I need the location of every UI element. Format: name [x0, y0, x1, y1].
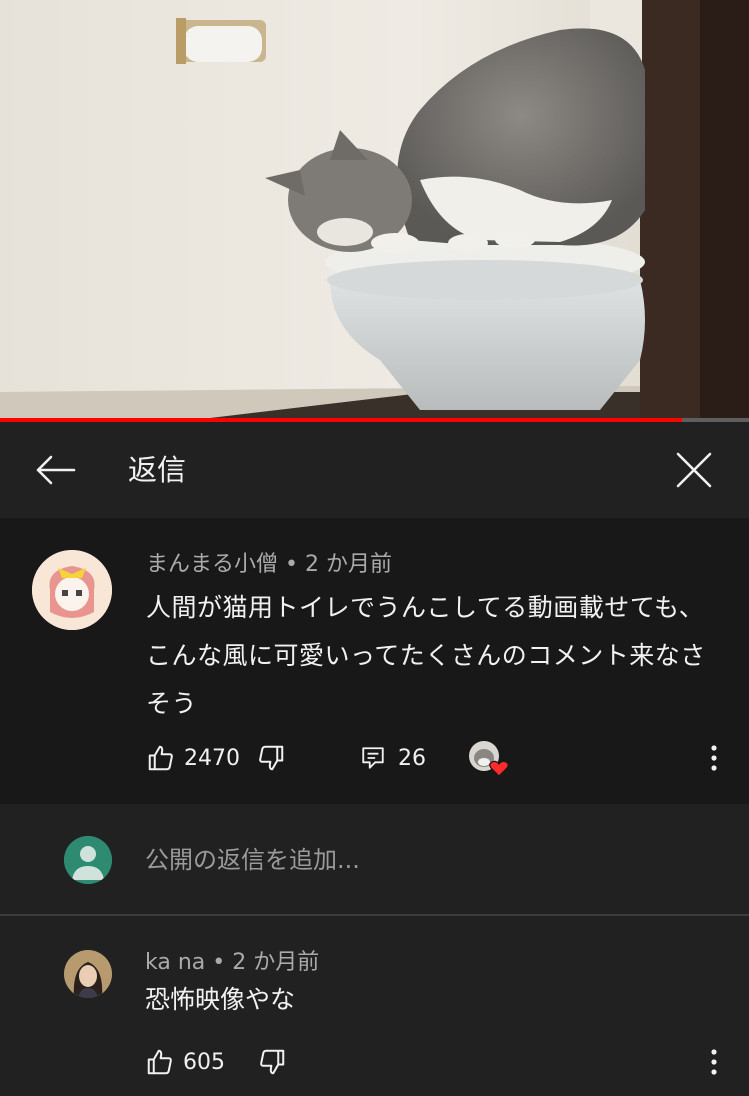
thumbs-up-icon — [148, 745, 173, 771]
page-title: 返信 — [128, 453, 187, 487]
avatar-image — [32, 550, 112, 630]
comment-icon — [362, 747, 384, 769]
replies-button[interactable]: 26 — [360, 736, 426, 780]
comment-time: 2 か月前 — [305, 552, 392, 577]
thumbs-down-icon — [260, 1049, 285, 1075]
comment-meta: まんまる小僧 • 2 か月前 — [146, 550, 392, 580]
reply-text: 恐怖映像やな — [145, 985, 296, 1014]
more-vert-icon — [711, 1049, 717, 1075]
back-button[interactable] — [30, 448, 82, 492]
add-reply-row — [0, 804, 749, 916]
user-avatar — [64, 836, 112, 884]
dislike-button[interactable] — [256, 736, 286, 780]
like-count: 605 — [183, 1049, 225, 1075]
comment-actions: 2470 26 — [146, 736, 736, 780]
avatar[interactable] — [64, 950, 112, 998]
reply-actions: 605 — [145, 1040, 735, 1084]
dislike-button[interactable] — [257, 1040, 287, 1084]
more-options-button[interactable] — [702, 738, 726, 778]
thumbs-down-icon — [259, 745, 284, 771]
comment-text: 人間が猫用トイレでうんこしてる動画載せても、こんな風に可愛いってたくさんのコメン… — [146, 593, 706, 718]
meta-separator: • — [285, 552, 298, 577]
like-count: 2470 — [184, 745, 240, 771]
more-vert-icon — [711, 745, 717, 771]
close-icon — [676, 452, 712, 488]
reply-count: 26 — [398, 745, 426, 771]
person-icon — [64, 836, 112, 884]
thumbs-up-icon — [147, 1049, 172, 1075]
replies-header: 返信 — [0, 422, 749, 518]
close-button[interactable] — [670, 446, 718, 494]
video-player[interactable] — [0, 0, 749, 418]
like-button[interactable]: 2470 — [146, 736, 240, 780]
avatar[interactable] — [32, 550, 112, 630]
creator-heart-badge — [468, 740, 509, 777]
more-options-button[interactable] — [702, 1042, 726, 1082]
reply-input[interactable] — [145, 840, 705, 880]
meta-separator: • — [212, 950, 226, 975]
main-comment: まんまる小僧 • 2 か月前 人間が猫用トイレでうんこしてる動画載せても、こんな… — [0, 518, 749, 804]
like-button[interactable]: 605 — [145, 1040, 225, 1084]
avatar-image — [64, 950, 112, 998]
reply-author[interactable]: ka na — [145, 950, 205, 975]
reply-time: 2 か月前 — [232, 950, 320, 975]
video-frame-image — [0, 0, 749, 418]
creator-heart-icon — [469, 741, 509, 777]
comment-author[interactable]: まんまる小僧 — [146, 552, 278, 577]
reply-meta: ka na • 2 か月前 — [145, 948, 319, 978]
arrow-left-icon — [36, 455, 76, 485]
reply-item: ka na • 2 か月前 恐怖映像やな 605 — [0, 916, 749, 1096]
